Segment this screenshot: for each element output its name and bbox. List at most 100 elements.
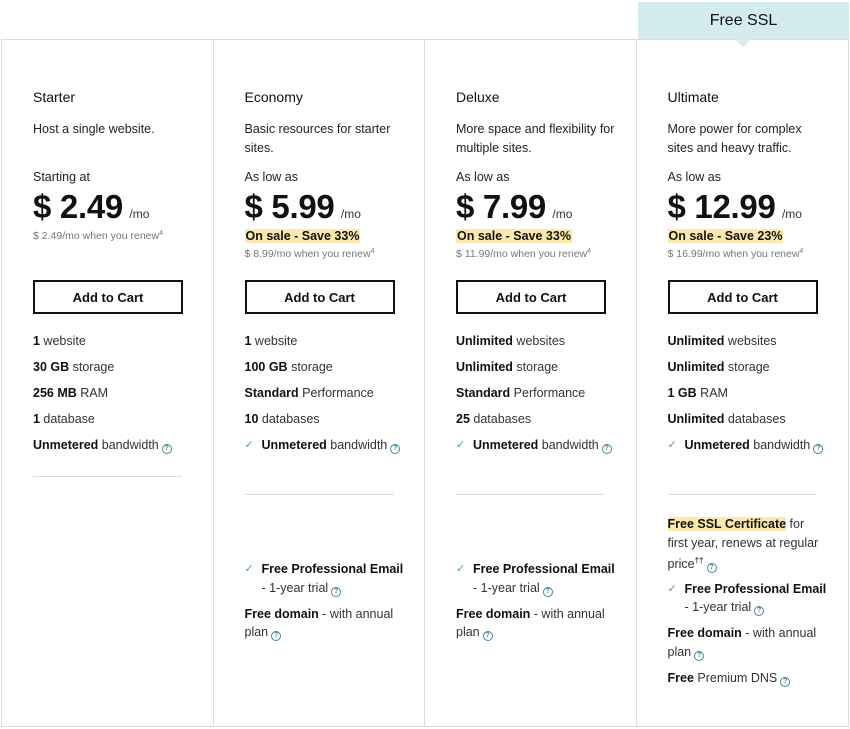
- help-icon[interactable]: ?: [601, 444, 612, 454]
- feature-item: Standard Performance: [245, 384, 405, 403]
- plan-card-ultimate: Ultimate More power for complex sites an…: [637, 40, 849, 726]
- help-icon[interactable]: ?: [542, 586, 553, 597]
- plan-name: Ultimate: [667, 89, 719, 105]
- footnote-marker: 4: [587, 248, 592, 255]
- feature-item: ✓ Free Professional Email - 1-year trial?: [456, 560, 616, 597]
- feature-list: Unlimited websites Unlimited storage Stand…: [456, 332, 616, 462]
- feature-highlight: Free Professional Email: [684, 581, 827, 596]
- footnote-marker: ††: [694, 556, 704, 565]
- badge-pointer: [735, 39, 751, 47]
- renew-text: $ 11.99/mo when you renew: [456, 248, 588, 260]
- feature-text: website: [251, 334, 298, 348]
- feature-item: 30 GB storage: [33, 358, 193, 377]
- renew-text: $ 8.99/mo when you renew: [244, 248, 371, 260]
- feature-item: 25 databases: [456, 410, 616, 429]
- feature-item: Free domain - with annual plan?: [245, 605, 405, 642]
- feature-highlight: Standard: [244, 386, 299, 400]
- feature-text: websites: [512, 334, 566, 348]
- feature-text: - 1-year trial: [473, 580, 540, 595]
- feature-text: storage: [287, 360, 333, 374]
- plan-name: Starter: [33, 89, 76, 105]
- feature-text: storage: [512, 360, 559, 374]
- plan-card-starter: Starter Host a single website. Starting …: [2, 40, 214, 726]
- feature-highlight: Free domain: [667, 626, 742, 640]
- add-to-cart-button[interactable]: Add to Cart: [456, 280, 606, 314]
- help-icon[interactable]: ?: [694, 650, 705, 661]
- feature-item: 1 website: [33, 332, 193, 351]
- divider: [456, 494, 605, 495]
- feature-highlight: 25: [456, 412, 470, 426]
- ssl-certificate-item: Free SSL Certificate for first year, ren…: [667, 515, 828, 574]
- feature-item: Free domain - with annual plan?: [456, 605, 616, 642]
- feature-highlight: Unmetered: [33, 438, 99, 452]
- price-row: $ 2.49 /mo: [33, 188, 149, 226]
- help-icon[interactable]: ?: [331, 586, 342, 597]
- feature-text: Performance: [510, 386, 586, 400]
- feature-highlight: 1: [33, 412, 40, 426]
- check-icon: ✓: [667, 582, 677, 595]
- feature-highlight: 10: [244, 412, 259, 426]
- feature-item: Unlimited storage: [456, 358, 616, 377]
- feature-highlight: Unlimited: [456, 334, 513, 348]
- sale-badge: On sale - Save 33%: [456, 229, 572, 243]
- ssl-highlight: Free SSL Certificate: [667, 517, 787, 531]
- feature-highlight: Unlimited: [667, 412, 725, 426]
- feature-item: 10 databases: [245, 410, 405, 429]
- feature-text: database: [39, 412, 95, 426]
- free-ssl-badge: Free SSL: [638, 2, 849, 40]
- extras-list: ✓ Free Professional Email - 1-year trial?…: [456, 560, 616, 649]
- add-to-cart-button[interactable]: Add to Cart: [244, 280, 395, 314]
- help-icon[interactable]: ?: [161, 444, 172, 454]
- help-icon[interactable]: ?: [706, 563, 717, 573]
- sale-badge: On sale - Save 33%: [244, 229, 361, 243]
- feature-item: Free Premium DNS?: [668, 669, 828, 688]
- feature-text: Premium DNS: [693, 670, 778, 685]
- price: $ 12.99: [667, 188, 776, 225]
- feature-item: 1 GB RAM: [668, 384, 828, 403]
- feature-text: databases: [724, 412, 786, 426]
- feature-item: Standard Performance: [456, 384, 616, 403]
- feature-text: bandwidth: [538, 438, 599, 452]
- add-to-cart-button[interactable]: Add to Cart: [667, 280, 818, 314]
- feature-text: - 1-year trial: [684, 600, 752, 614]
- renew-text: $ 16.99/mo when you renew: [667, 248, 800, 260]
- feature-highlight: Free: [667, 670, 694, 685]
- extras-list: ✓ Free Professional Email - 1-year trial?…: [245, 560, 405, 649]
- feature-item: ✓ Unmetered bandwidth?: [456, 436, 616, 455]
- feature-highlight: Free domain: [456, 606, 531, 621]
- plan-description: More power for complex sites and heavy t…: [667, 122, 802, 155]
- check-icon: ✓: [244, 439, 254, 451]
- help-icon[interactable]: ?: [271, 631, 282, 641]
- feature-highlight: 1 GB: [667, 386, 697, 400]
- feature-text: storage: [69, 360, 115, 374]
- plan-description: Basic resources for starter sites.: [244, 122, 391, 155]
- help-icon[interactable]: ?: [813, 444, 824, 454]
- feature-list: 1 website 100 GB storage Standard Performa…: [245, 332, 405, 462]
- add-to-cart-button[interactable]: Add to Cart: [33, 280, 183, 314]
- price-label: Starting at: [33, 170, 90, 184]
- feature-item: ✓ Free Professional Email - 1-year trial?: [668, 580, 828, 617]
- sale-badge: On sale - Save 23%: [667, 229, 784, 243]
- help-icon[interactable]: ?: [482, 631, 493, 641]
- help-icon[interactable]: ?: [390, 444, 401, 454]
- feature-highlight: Free Professional Email: [473, 562, 615, 576]
- feature-highlight: Free domain: [244, 606, 319, 621]
- feature-highlight: Unmetered: [261, 438, 327, 452]
- feature-highlight: 100 GB: [244, 360, 288, 374]
- feature-text: databases: [258, 412, 320, 426]
- price: $ 7.99: [456, 188, 546, 225]
- help-icon[interactable]: ?: [780, 676, 791, 687]
- feature-item: Unmetered bandwidth?: [33, 436, 193, 455]
- help-icon[interactable]: ?: [754, 606, 765, 616]
- footnote-marker: 4: [370, 248, 375, 255]
- feature-item: 1 website: [245, 332, 405, 351]
- plan-description: Host a single website.: [33, 122, 155, 136]
- feature-text: storage: [724, 360, 770, 374]
- price-label: As low as: [244, 170, 299, 184]
- feature-highlight: Unmetered: [684, 438, 750, 452]
- check-icon: ✓: [456, 439, 466, 451]
- renew-price: $ 16.99/mo when you renew4: [668, 248, 804, 260]
- price: $ 5.99: [244, 188, 335, 225]
- check-icon: ✓: [667, 439, 677, 451]
- feature-highlight: Unlimited: [667, 360, 725, 374]
